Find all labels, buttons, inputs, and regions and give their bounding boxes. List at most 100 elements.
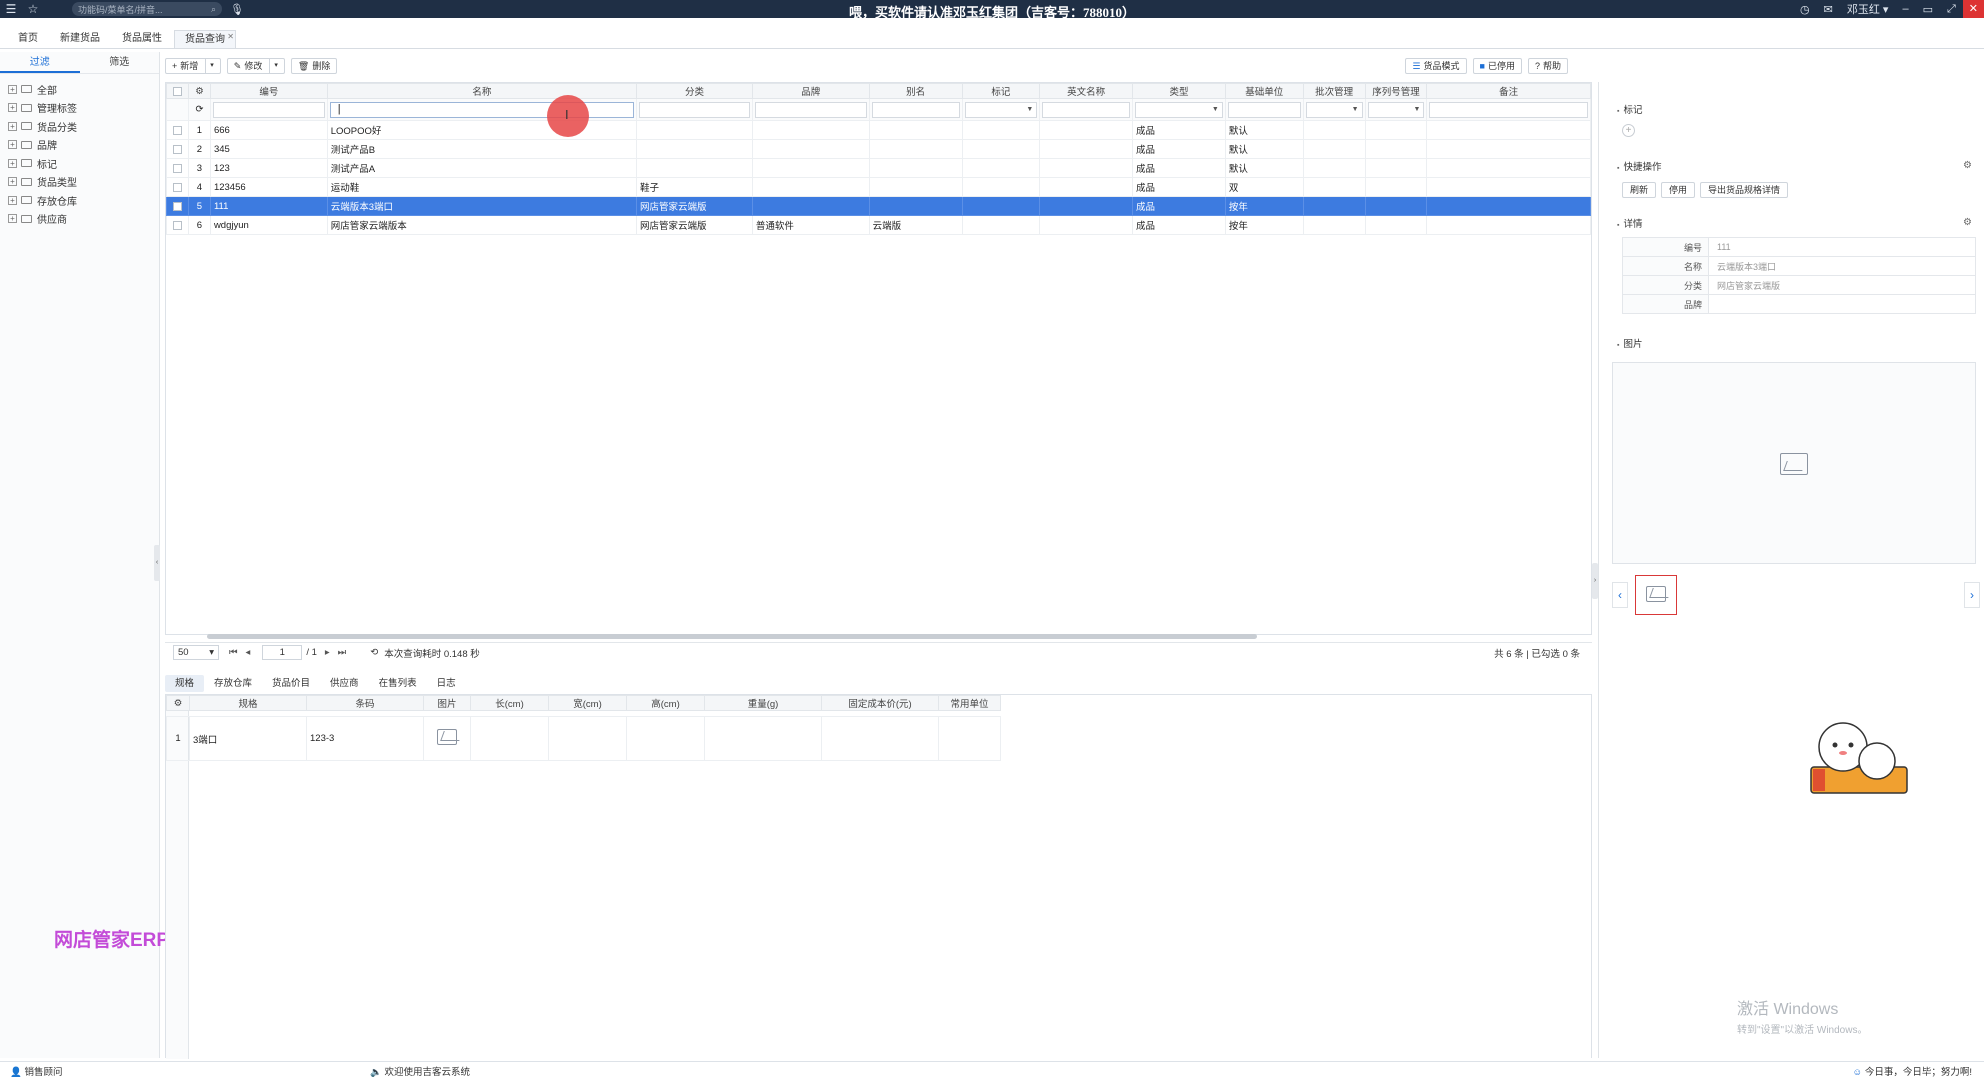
refresh-icon[interactable]: ⟳ — [187, 98, 211, 121]
restore-icon[interactable]: ▭ — [1916, 3, 1940, 16]
select-all-header[interactable] — [166, 83, 189, 99]
table-row[interactable]: 1 666 LOOPOO好 成品 默认 — [166, 120, 1591, 140]
next-image-button[interactable]: › — [1964, 582, 1980, 608]
cell-remark[interactable] — [1426, 120, 1591, 140]
sales-advisor[interactable]: 👤 销售顾问 — [10, 1064, 370, 1078]
cell-brand[interactable] — [751, 120, 870, 140]
reload-icon[interactable]: ⟲ — [370, 647, 378, 658]
cell-en[interactable] — [1039, 215, 1134, 235]
cell-en[interactable] — [1039, 158, 1134, 178]
cell-brand[interactable] — [751, 177, 870, 197]
table-row[interactable]: 3 123 测试产品A 成品 默认 — [166, 158, 1591, 178]
cell-cat[interactable]: 网店管家云端版 — [636, 215, 753, 235]
expand-icon[interactable]: + — [8, 140, 17, 150]
cell-type[interactable]: 成品 — [1132, 215, 1226, 235]
image-preview[interactable] — [1612, 362, 1976, 564]
cell-unit[interactable]: 默认 — [1224, 139, 1304, 159]
tab-goods-query[interactable]: 货品查询 ✕ — [174, 30, 236, 48]
col-header-weight[interactable]: 重量(g) — [704, 695, 822, 711]
filter-category-input[interactable] — [639, 101, 750, 118]
filter-serial-select[interactable]: ▼ — [1367, 101, 1425, 118]
cell-alias[interactable]: 云端版 — [868, 215, 963, 235]
cell-mark[interactable] — [961, 196, 1041, 216]
clock-icon[interactable]: ◷ — [1793, 3, 1817, 16]
tree-item-tags[interactable]: + 管理标签 — [0, 99, 159, 118]
expand-icon[interactable]: + — [8, 195, 17, 205]
filter-batch-select[interactable]: ▼ — [1305, 101, 1363, 118]
expand-icon[interactable]: + — [8, 103, 17, 113]
cell-serial[interactable] — [1364, 139, 1428, 159]
cell-code[interactable]: wdgjyun — [209, 215, 328, 235]
tree-item-supplier[interactable]: + 供应商 — [0, 210, 159, 229]
cell-name[interactable]: 测试产品A — [326, 158, 638, 178]
cell-code[interactable]: 345 — [209, 139, 328, 159]
cell-name[interactable]: 网店管家云端版本 — [326, 215, 638, 235]
cell-batch[interactable] — [1302, 196, 1366, 216]
row-checkbox-cell[interactable] — [166, 120, 189, 140]
gear-icon[interactable]: ⚙ — [195, 86, 204, 97]
tab-price[interactable]: 货品价目 — [262, 675, 320, 692]
cell-height[interactable] — [626, 716, 705, 761]
cell-serial[interactable] — [1364, 177, 1428, 197]
tab-home[interactable]: 首页 — [8, 30, 48, 48]
cell-code[interactable]: 111 — [209, 196, 328, 216]
expand-icon[interactable]: + — [8, 121, 17, 131]
cell-length[interactable] — [470, 716, 549, 761]
col-header-type[interactable]: 类型 — [1132, 83, 1226, 99]
tab-goods-attributes[interactable]: 货品属性 — [112, 30, 172, 48]
col-header-mark[interactable]: 标记 — [961, 83, 1041, 99]
filter-remark-input[interactable] — [1429, 101, 1588, 118]
cell-barcode[interactable]: 123-3 — [306, 716, 424, 761]
star-icon[interactable]: ☆ — [22, 2, 44, 16]
page-size-select[interactable]: 50 ▾ — [173, 645, 219, 660]
row-checkbox[interactable] — [172, 182, 182, 192]
filter-alias-input[interactable] — [871, 101, 960, 118]
tab-screen[interactable]: 筛选 — [80, 52, 160, 73]
cell-image[interactable] — [423, 716, 471, 761]
prev-image-button[interactable]: ‹ — [1612, 582, 1628, 608]
col-header-base-unit[interactable]: 基础单位 — [1224, 83, 1304, 99]
col-header-image[interactable]: 图片 — [423, 695, 471, 711]
cell-mark[interactable] — [961, 139, 1041, 159]
cell-batch[interactable] — [1302, 177, 1366, 197]
col-header-spec[interactable]: 规格 — [189, 695, 307, 711]
add-mark-icon[interactable]: + — [1622, 124, 1635, 137]
col-header-category[interactable]: 分类 — [636, 83, 753, 99]
cell-batch[interactable] — [1302, 215, 1366, 235]
row-checkbox[interactable] — [172, 220, 182, 230]
tree-item-type[interactable]: + 货品类型 — [0, 173, 159, 192]
cell-alias[interactable] — [868, 120, 963, 140]
cell-en[interactable] — [1039, 120, 1134, 140]
table-row[interactable]: 5 111 云端版本3端口 网店管家云端版 成品 按年 — [166, 196, 1591, 216]
cell-en[interactable] — [1039, 177, 1134, 197]
cell-type[interactable]: 成品 — [1132, 139, 1226, 159]
cell-type[interactable]: 成品 — [1132, 196, 1226, 216]
user-menu[interactable]: 邓玉红 ▾ — [1840, 1, 1896, 17]
table-row[interactable]: 4 123456 运动鞋 鞋子 成品双 — [166, 177, 1591, 197]
row-checkbox-cell[interactable] — [166, 177, 189, 197]
gear-icon[interactable]: ⚙ — [174, 698, 183, 709]
cell-brand[interactable] — [751, 158, 870, 178]
tab-warehouse[interactable]: 存放仓库 — [204, 675, 262, 692]
add-button[interactable]: + 新增 ▾ — [165, 58, 221, 74]
cell-remark[interactable] — [1426, 196, 1591, 216]
cell-code[interactable]: 123 — [209, 158, 328, 178]
row-checkbox-cell[interactable] — [166, 215, 189, 235]
cell-cat[interactable]: 鞋子 — [636, 177, 753, 197]
tree-item-category[interactable]: + 货品分类 — [0, 117, 159, 136]
cell-cat[interactable] — [636, 120, 753, 140]
cell-en[interactable] — [1039, 139, 1134, 159]
first-prev-icons[interactable]: ⏮◂ — [229, 647, 258, 658]
delete-button[interactable]: 🗑 删除 — [290, 58, 338, 74]
cell-remark[interactable] — [1426, 139, 1591, 159]
expand-icon[interactable]: + — [8, 177, 17, 187]
row-checkbox-cell[interactable] — [166, 139, 189, 159]
cell-serial[interactable] — [1364, 215, 1428, 235]
col-header-width[interactable]: 宽(cm) — [548, 695, 627, 711]
left-collapse-handle[interactable]: ‹ — [154, 545, 160, 581]
cell-cat[interactable]: 网店管家云端版 — [636, 196, 753, 216]
tree-item-all[interactable]: + 全部 — [0, 80, 159, 99]
cell-name[interactable]: 云端版本3端口 — [326, 196, 638, 216]
filter-code-input[interactable] — [212, 101, 325, 118]
chevron-down-icon[interactable]: ▾ — [205, 59, 214, 73]
